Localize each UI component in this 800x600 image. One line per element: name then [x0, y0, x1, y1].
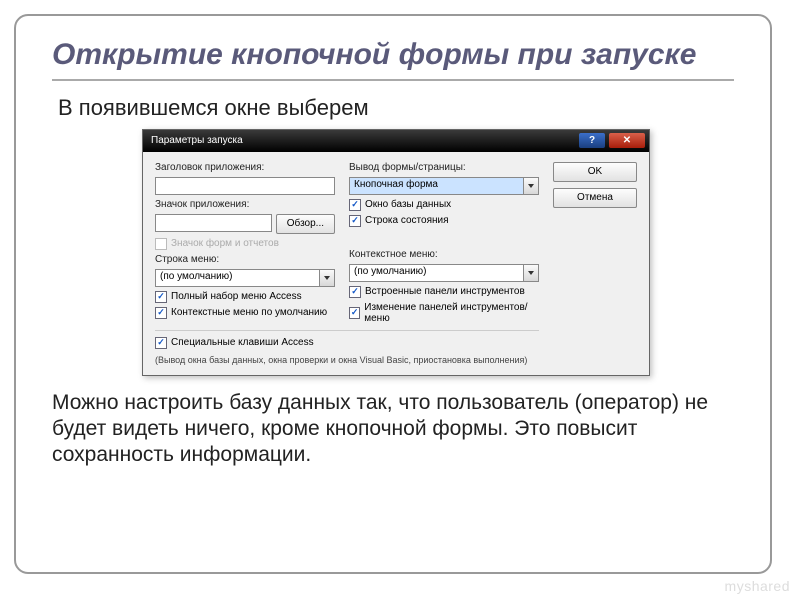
display-form-label: Вывод формы/страницы: — [349, 162, 539, 173]
startup-dialog: Параметры запуска ? ✕ Заголовок приложен… — [142, 129, 650, 376]
checkbox-icon: ✓ — [155, 291, 167, 303]
db-window-checkbox[interactable]: ✓ Окно базы данных — [349, 199, 539, 211]
dialog-buttons: OK Отмена — [553, 162, 653, 324]
shortcut-menus-checkbox[interactable]: ✓ Контекстные меню по умолчанию — [155, 307, 335, 319]
spacer — [349, 231, 539, 245]
status-bar-checkbox[interactable]: ✓ Строка состояния — [349, 215, 539, 227]
slide-frame: Открытие кнопочной формы при запуске В п… — [14, 14, 772, 574]
title-divider — [52, 79, 734, 81]
form-report-icon-checkbox: Значок форм и отчетов — [155, 238, 335, 250]
close-button[interactable]: ✕ — [609, 133, 645, 148]
display-form-value: Кнопочная форма — [350, 178, 523, 194]
form-report-icon-label: Значок форм и отчетов — [171, 238, 279, 249]
chevron-down-icon[interactable] — [319, 270, 334, 286]
special-keys-label: Специальные клавиши Access — [171, 337, 314, 348]
browse-button[interactable]: Обзор... — [276, 214, 335, 234]
chevron-down-icon[interactable] — [523, 178, 538, 194]
display-form-combo[interactable]: Кнопочная форма — [349, 177, 539, 195]
separator — [155, 330, 539, 331]
cancel-button[interactable]: Отмена — [553, 188, 637, 208]
slide-title: Открытие кнопочной формы при запуске — [52, 38, 734, 73]
help-button[interactable]: ? — [579, 133, 605, 148]
checkbox-icon: ✓ — [349, 286, 361, 298]
dialog-titlebar: Параметры запуска ? ✕ — [143, 130, 649, 152]
shortcut-menu-value: (по умолчанию) — [350, 265, 523, 281]
checkbox-icon: ✓ — [349, 307, 360, 319]
intro-text: В появившемся окне выберем — [58, 95, 734, 121]
toolbar-changes-checkbox[interactable]: ✓ Изменение панелей инструментов/меню — [349, 302, 539, 324]
toolbar-changes-label: Изменение панелей инструментов/меню — [364, 302, 539, 324]
checkbox-icon: ✓ — [349, 199, 361, 211]
dialog-title: Параметры запуска — [151, 135, 575, 146]
checkbox-icon: ✓ — [155, 307, 167, 319]
app-icon-label: Значок приложения: — [155, 199, 335, 210]
checkbox-icon — [155, 238, 167, 250]
menu-bar-combo[interactable]: (по умолчанию) — [155, 269, 335, 287]
shortcut-menu-combo[interactable]: (по умолчанию) — [349, 264, 539, 282]
chevron-down-icon[interactable] — [523, 265, 538, 281]
outro-text: Можно настроить базу данных так, что пол… — [52, 390, 734, 469]
menu-bar-value: (по умолчанию) — [156, 270, 319, 286]
db-window-label: Окно базы данных — [365, 199, 451, 210]
full-menus-checkbox[interactable]: ✓ Полный набор меню Access — [155, 291, 335, 303]
ok-button[interactable]: OK — [553, 162, 637, 182]
app-title-input[interactable] — [155, 177, 335, 195]
toolbars-label: Встроенные панели инструментов — [365, 286, 525, 297]
toolbars-checkbox[interactable]: ✓ Встроенные панели инструментов — [349, 286, 539, 298]
shortcut-menus-label: Контекстные меню по умолчанию — [171, 307, 327, 318]
checkbox-icon: ✓ — [349, 215, 361, 227]
app-title-label: Заголовок приложения: — [155, 162, 335, 173]
menu-bar-label: Строка меню: — [155, 254, 335, 265]
left-column: Заголовок приложения: Значок приложения:… — [155, 162, 335, 324]
bottom-section: ✓ Специальные клавиши Access (Вывод окна… — [155, 337, 539, 365]
watermark: myshared — [725, 578, 790, 594]
right-column: Вывод формы/страницы: Кнопочная форма ✓ … — [349, 162, 539, 324]
shortcut-menu-label: Контекстное меню: — [349, 249, 539, 260]
status-bar-label: Строка состояния — [365, 215, 449, 226]
special-keys-checkbox[interactable]: ✓ Специальные клавиши Access — [155, 337, 539, 349]
special-keys-note: (Вывод окна базы данных, окна проверки и… — [155, 355, 539, 365]
full-menus-label: Полный набор меню Access — [171, 291, 302, 302]
checkbox-icon: ✓ — [155, 337, 167, 349]
app-icon-input[interactable] — [155, 214, 272, 232]
